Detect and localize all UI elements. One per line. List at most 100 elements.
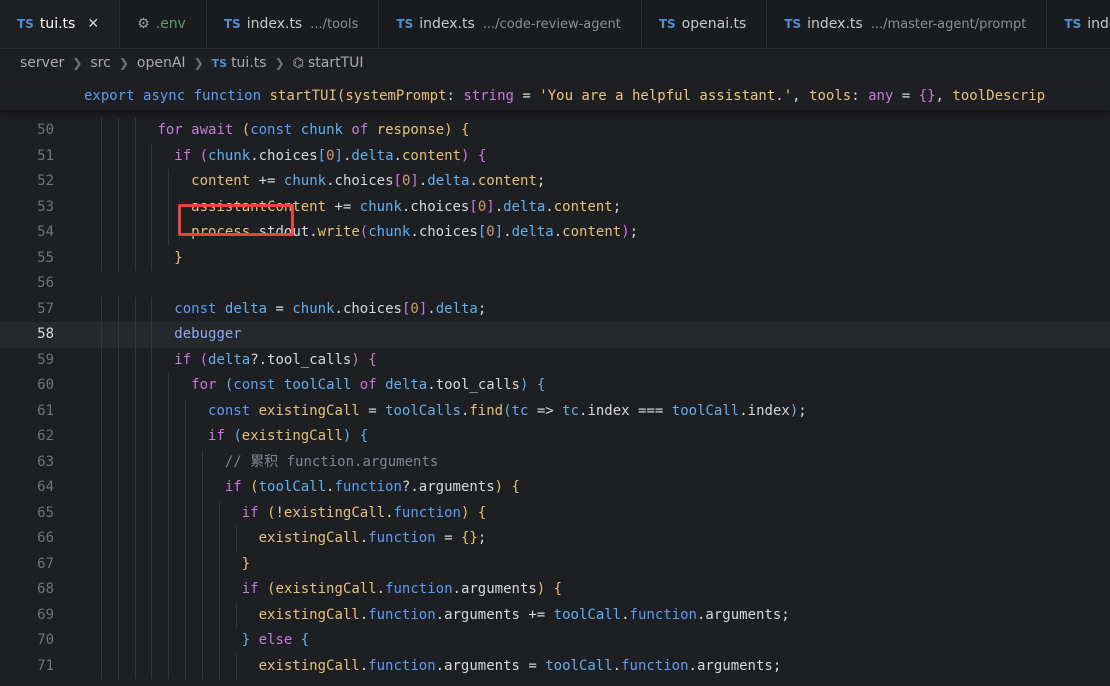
indent-guide [134, 245, 136, 271]
breadcrumb-item-file[interactable]: tui.ts [231, 55, 267, 71]
code-line[interactable]: 56 [0, 271, 1110, 297]
breadcrumb-item-symbol[interactable]: startTUI [308, 55, 364, 71]
tab-openai-ts[interactable]: TS openai.ts [642, 0, 768, 48]
indent-guide [134, 118, 136, 144]
indent-guide [185, 602, 187, 628]
indent-guide [218, 526, 220, 552]
indent-guide [117, 526, 119, 552]
code-line[interactable]: 53 assistantContent += chunk.choices[0].d… [0, 194, 1110, 221]
code-line[interactable]: 54 process.stdout.write(chunk.choices[0].… [0, 220, 1110, 246]
indent-guide [185, 500, 187, 526]
code-line[interactable]: 59 if (delta?.tool_calls) { [0, 347, 1110, 374]
indent-guide [117, 628, 119, 654]
sticky-scroll-header[interactable]: export async function startTUI(systemPro… [0, 82, 1110, 110]
code-text: if (existingCall.function.arguments) { [241, 581, 563, 597]
line-number[interactable]: 57 [0, 297, 54, 323]
indent-guide [168, 449, 170, 475]
line-number[interactable]: 53 [0, 195, 54, 221]
line-number[interactable]: 62 [0, 424, 54, 450]
code-line[interactable]: 51 if (chunk.choices[0].delta.content) { [0, 143, 1110, 170]
line-number[interactable]: 54 [0, 220, 54, 246]
tab-path: .../master-agent/prompt [870, 16, 1027, 32]
indent-guide [100, 628, 102, 654]
line-number[interactable]: 70 [0, 628, 54, 654]
line-number[interactable]: 58 [0, 322, 54, 348]
tab-tui-ts[interactable]: TS tui.ts ✕ [0, 0, 121, 48]
line-number[interactable]: 56 [0, 271, 54, 297]
indent-guide [117, 296, 119, 322]
code-line[interactable]: 65 if (!existingCall.function) { [0, 500, 1110, 527]
code-text: existingCall.function.arguments += toolC… [258, 606, 790, 623]
line-number[interactable]: 51 [0, 144, 54, 170]
code-text: const delta = chunk.choices[0].delta; [174, 300, 487, 317]
code-text: if (toolCall.function?.arguments) { [224, 479, 520, 495]
sticky-function-signature: export async function startTUI(systemPro… [84, 88, 1046, 104]
code-editor[interactable]: 50 for await (const chunk of response) {5… [0, 118, 1110, 686]
code-line[interactable]: 71 existingCall.function.arguments = tool… [0, 653, 1110, 680]
code-text: if (chunk.choices[0].delta.content) { [174, 147, 487, 164]
line-number[interactable]: 61 [0, 399, 54, 425]
code-text: existingCall.function = {}; [258, 530, 487, 546]
line-number[interactable]: 63 [0, 450, 54, 476]
tab-label: .env [155, 16, 186, 32]
indent-guide [168, 551, 170, 577]
line-number[interactable]: 69 [0, 603, 54, 629]
code-line[interactable]: 66 existingCall.function = {}; [0, 526, 1110, 552]
indent-guide [151, 577, 153, 603]
indent-guide [134, 143, 136, 169]
line-number[interactable]: 66 [0, 526, 54, 552]
code-line[interactable]: 57 const delta = chunk.choices[0].delta; [0, 296, 1110, 323]
line-number[interactable]: 50 [0, 118, 54, 144]
tab-index-code-review-agent[interactable]: TS index.ts .../code-review-agent [379, 0, 642, 48]
indent-guide [185, 424, 187, 450]
code-line[interactable]: 50 for await (const chunk of response) { [0, 118, 1110, 144]
indent-guide [151, 500, 153, 526]
indent-guide [185, 449, 187, 475]
breadcrumb: server ❯ src ❯ openAI ❯ TS tui.ts ❯ ⌬ st… [0, 48, 1110, 78]
line-number[interactable]: 68 [0, 577, 54, 603]
tab-index-master-agent-prompt[interactable]: TS index.ts .../master-agent/prompt [767, 0, 1048, 48]
line-number[interactable]: 55 [0, 246, 54, 272]
line-number[interactable]: 64 [0, 475, 54, 501]
code-line[interactable]: 55} [0, 245, 1110, 272]
line-number[interactable]: 65 [0, 501, 54, 527]
typescript-icon: TS [396, 17, 414, 31]
indent-guide [134, 500, 136, 526]
tab-index-tools[interactable]: TS index.ts .../tools [207, 0, 380, 48]
indent-guide [117, 653, 119, 679]
breadcrumb-item-src[interactable]: src [90, 55, 110, 71]
code-line[interactable]: 62 if (existingCall) { [0, 424, 1110, 450]
code-line[interactable]: 63 // 累积 function.arguments [0, 449, 1110, 476]
indent-guide [235, 602, 237, 628]
code-line[interactable]: 64 if (toolCall.function?.arguments) { [0, 475, 1110, 501]
line-number[interactable]: 71 [0, 654, 54, 680]
indent-guide [117, 500, 119, 526]
code-line[interactable]: 61 const existingCall = toolCalls.find(tc… [0, 398, 1110, 425]
code-line[interactable]: 60 for (const toolCall of delta.tool_call… [0, 373, 1110, 399]
line-number[interactable]: 59 [0, 348, 54, 374]
indent-guide [117, 475, 119, 501]
breadcrumb-item-server[interactable]: server [20, 55, 64, 71]
indent-guide [202, 602, 204, 628]
breadcrumb-item-openai[interactable]: openAI [137, 55, 186, 71]
tab-env[interactable]: ⚙ .env [120, 0, 207, 48]
line-number[interactable]: 67 [0, 552, 54, 578]
chevron-right-icon: ❯ [72, 56, 83, 70]
indent-guide [168, 373, 170, 399]
code-line[interactable]: 69 existingCall.function.arguments += too… [0, 602, 1110, 629]
indent-guide [100, 169, 102, 195]
code-line[interactable]: 70} else { [0, 628, 1110, 654]
close-icon[interactable]: ✕ [87, 16, 99, 32]
code-line[interactable]: 58 debugger [0, 322, 1110, 348]
typescript-icon: TS [17, 17, 34, 31]
indent-guide [151, 322, 153, 348]
typescript-icon: TS [658, 17, 676, 31]
indent-guide [151, 143, 153, 169]
line-number[interactable]: 60 [0, 373, 54, 399]
indent-guide [151, 475, 153, 501]
line-number[interactable]: 52 [0, 169, 54, 195]
code-line[interactable]: 68 if (existingCall.function.arguments) { [0, 577, 1110, 603]
tab-index-truncated[interactable]: TS inde [1047, 0, 1110, 48]
code-line[interactable]: 67} [0, 551, 1110, 578]
code-line[interactable]: 52 content += chunk.choices[0].delta.cont… [0, 169, 1110, 195]
